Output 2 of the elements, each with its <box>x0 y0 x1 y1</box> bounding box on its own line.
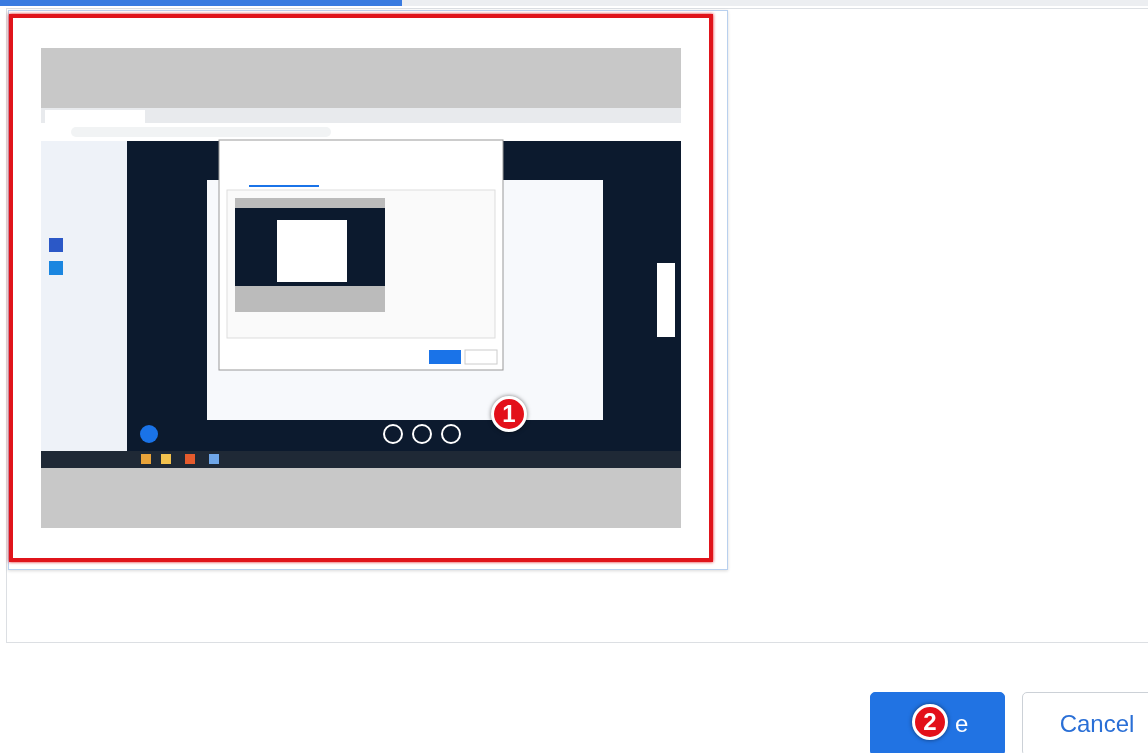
screen-option-card[interactable]: 1 <box>8 10 728 570</box>
cancel-button[interactable]: Cancel <box>1022 692 1148 753</box>
